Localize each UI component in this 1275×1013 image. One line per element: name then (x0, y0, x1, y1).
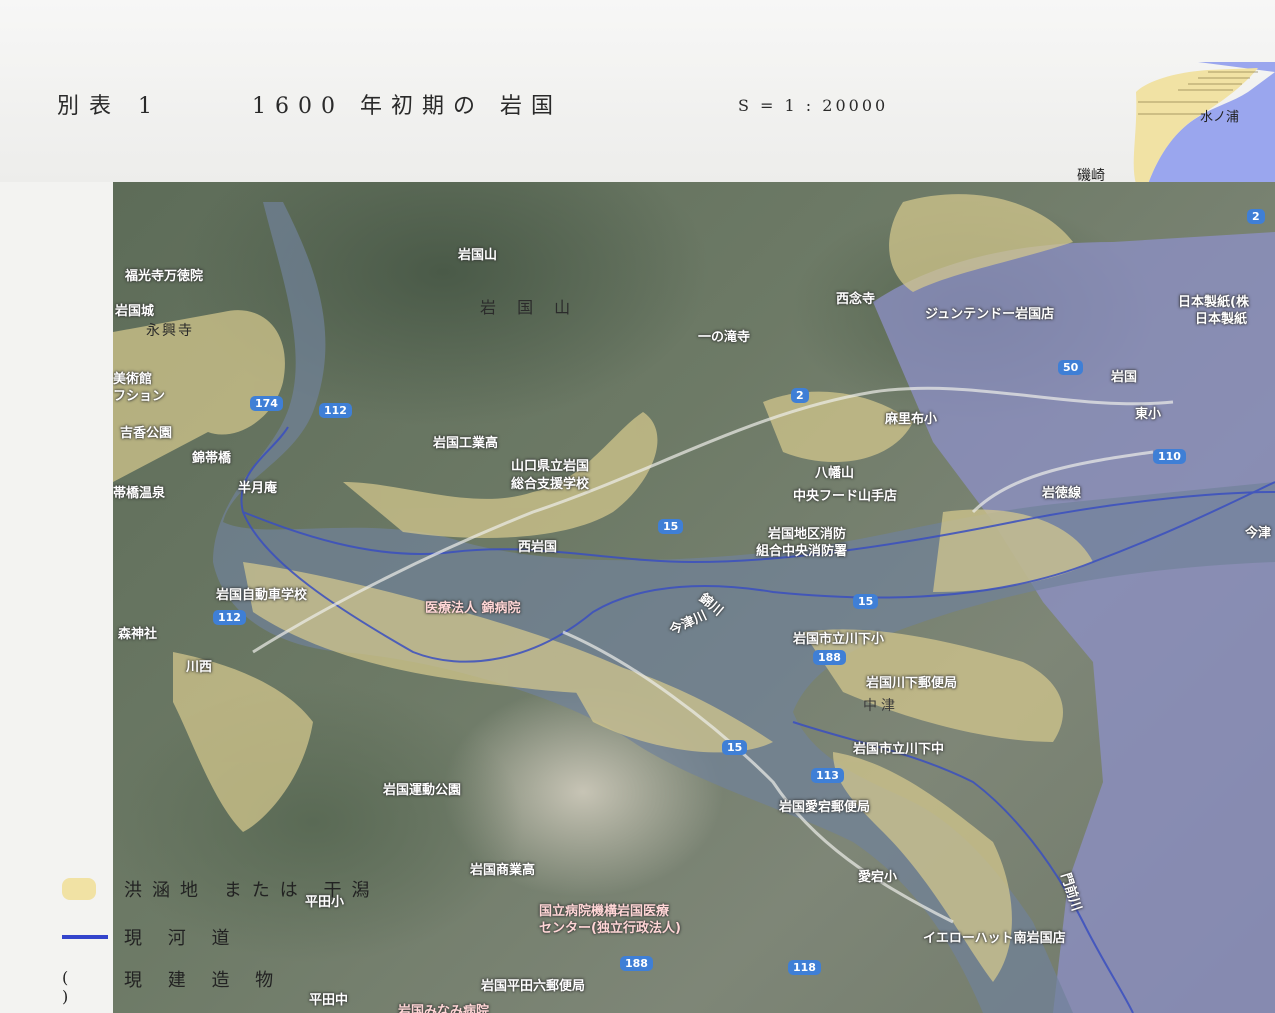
highway-shield: 15 (722, 740, 748, 755)
buildings-marker: ( ) (62, 968, 79, 1006)
place-label[interactable]: 一の滝寺 (698, 326, 750, 345)
place-label: 中津 (863, 698, 899, 714)
highway-shield: 188 (620, 956, 653, 971)
place-label[interactable]: フション (113, 385, 165, 404)
legend-label: 洪涵地 または 干潟 (124, 880, 380, 901)
highway-shield: 112 (319, 403, 352, 418)
highway-shield: 110 (1153, 449, 1186, 464)
place-label[interactable]: 錦帯橋 (192, 447, 231, 466)
mizunoura-label: 水ノ浦 (1200, 110, 1240, 125)
highway-shield: 2 (1247, 209, 1265, 224)
highway-shield: 112 (213, 610, 246, 625)
place-label[interactable]: 平田中 (309, 989, 348, 1008)
place-label[interactable]: 医療法人 錦病院 (425, 597, 521, 616)
place-label[interactable]: 日本製紙 (1195, 308, 1247, 327)
highway-shield: 50 (1058, 360, 1084, 375)
place-label[interactable]: 岩国城 (115, 300, 154, 319)
place-label[interactable]: 今津 (1245, 522, 1271, 541)
place-label[interactable]: 岩国平田六郵便局 (481, 975, 585, 994)
place-label[interactable]: 岩国川下郵便局 (866, 672, 957, 691)
place-label[interactable]: 西岩国 (518, 536, 557, 555)
highway-shield: 118 (788, 960, 821, 975)
place-label[interactable]: 岩国商業高 (470, 859, 535, 878)
place-label[interactable]: 福光寺万徳院 (125, 265, 203, 284)
page-title: 1600 年初期の 岩国 (252, 94, 562, 119)
place-label[interactable]: 森神社 (118, 623, 157, 642)
place-label[interactable]: 総合支援学校 (511, 473, 589, 492)
place-label[interactable]: 岩徳線 (1042, 482, 1081, 501)
place-label[interactable]: 愛宕小 (858, 866, 897, 885)
place-label[interactable]: 岩国工業高 (433, 432, 498, 451)
place-label[interactable]: 岩国みなみ病院 (398, 1000, 489, 1013)
flats-swatch (62, 878, 96, 900)
highway-shield: 15 (658, 519, 684, 534)
place-label[interactable]: 岩国 (1111, 366, 1137, 385)
place-label[interactable]: 半月庵 (238, 477, 277, 496)
place-label[interactable]: センター(独立行政法人) (539, 917, 681, 936)
place-label[interactable]: ジュンテンドー岩国店 (925, 303, 1054, 322)
place-label[interactable]: イエローハット南岩国店 (923, 927, 1066, 946)
place-label[interactable]: 岩国市立川下小 (793, 628, 884, 647)
highway-shield: 113 (811, 768, 844, 783)
place-label[interactable]: 帯橋温泉 (113, 482, 165, 501)
place-label[interactable]: 山口県立岩国 (511, 455, 589, 474)
highway-shield: 15 (853, 594, 879, 609)
place-label[interactable]: 西念寺 (836, 288, 875, 307)
legend-label: 現 河 道 (124, 928, 240, 949)
river-swatch (62, 935, 108, 939)
place-label[interactable]: 岩国運動公園 (383, 779, 461, 798)
place-label[interactable]: 組合中央消防署 (756, 540, 847, 559)
highway-shield: 2 (791, 388, 809, 403)
place-label[interactable]: 岩国市立川下中 (853, 738, 944, 757)
corner-inset-map: 水ノ浦 (1118, 62, 1275, 184)
scale-label: S = 1 : 20000 (738, 96, 889, 115)
place-label[interactable]: 岩国山 (458, 244, 497, 263)
place-label[interactable]: 中央フード山手店 (793, 485, 897, 504)
place-label: 永興寺 (146, 323, 194, 339)
title-row: 別表 1 1600 年初期の 岩国 S = 1 : 20000 (0, 88, 1275, 128)
place-label[interactable]: 八幡山 (815, 462, 854, 481)
iwakuni-mountain-label: 岩 国 山 (480, 298, 579, 317)
place-label[interactable]: 吉香公園 (120, 422, 172, 441)
place-label[interactable]: 岩国愛宕郵便局 (779, 796, 870, 815)
sheet-label: 別表 1 (57, 94, 162, 119)
place-label[interactable]: 川西 (186, 656, 212, 675)
highway-shield: 188 (813, 650, 846, 665)
place-label[interactable]: 東小 (1135, 403, 1161, 422)
place-label[interactable]: 麻里布小 (885, 408, 937, 427)
legend-label: 現 建 造 物 (124, 970, 284, 991)
highway-shield: 174 (250, 396, 283, 411)
place-label[interactable]: 岩国自動車学校 (216, 584, 307, 603)
